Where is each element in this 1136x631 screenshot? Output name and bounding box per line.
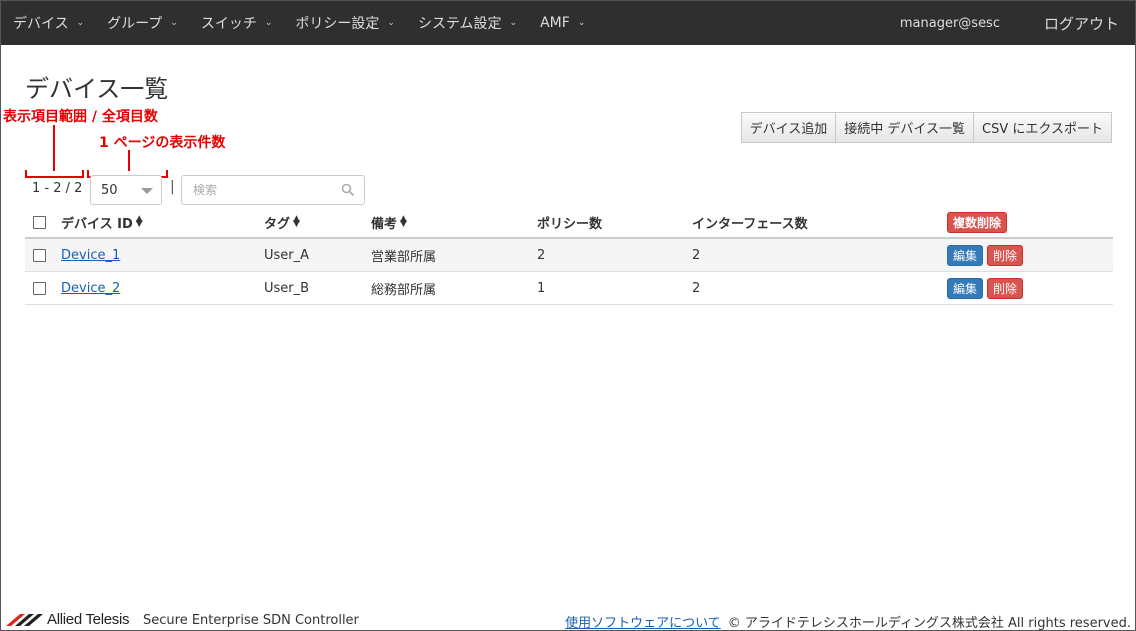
header-note-label: 備考	[371, 216, 398, 232]
device-id-link[interactable]: Device_1	[61, 248, 120, 263]
product-name: Secure Enterprise SDN Controller	[143, 613, 359, 628]
interface-count-cell: 2	[692, 247, 701, 263]
item-range-text: 1 - 2 / 2	[32, 181, 83, 196]
sort-icon: ▲ ▼	[293, 215, 300, 229]
pager-separator: |	[170, 179, 175, 195]
page-title: デバイス一覧	[25, 75, 169, 103]
toolbar-button-group: デバイス追加 接続中 デバイス一覧 CSV にエクスポート	[740, 112, 1112, 143]
menu-device[interactable]: デバイス ⌄	[1, 1, 95, 45]
dropdown-arrow-icon	[141, 188, 153, 194]
interface-count-cell: 2	[692, 280, 701, 296]
tag-cell: User_A	[264, 247, 310, 263]
menu-amf[interactable]: AMF ⌄	[528, 1, 596, 45]
row-checkbox[interactable]	[33, 248, 46, 262]
menu-group-label: グループ	[107, 16, 163, 32]
search-icon[interactable]	[341, 183, 355, 197]
sort-down-glyph: ▼	[400, 219, 407, 229]
annotation-bracket-per-page-stem	[128, 150, 130, 171]
chevron-down-icon: ⌄	[76, 18, 85, 28]
footer: Allied Telesis Secure Enterprise SDN Con…	[1, 609, 1135, 631]
sort-icon: ▲ ▼	[135, 215, 143, 229]
per-page-select[interactable]: 50	[90, 175, 162, 205]
delete-button[interactable]: 削除	[987, 277, 1024, 299]
connected-devices-button[interactable]: 接続中 デバイス一覧	[836, 112, 975, 143]
chevron-down-icon: ⌄	[577, 18, 586, 28]
annotation-range: 表示項目範囲 / 全項目数	[3, 109, 158, 125]
top-navbar: デバイス ⌄ グループ ⌄ スイッチ ⌄ ポリシー設定 ⌄ システム設定 ⌄ AMF ⌄ m…	[1, 1, 1135, 45]
header-device-id-label: デバイス ID	[61, 216, 133, 232]
edit-button[interactable]: 編集	[947, 277, 984, 299]
sort-down-glyph: ▼	[135, 219, 143, 229]
search-input[interactable]	[181, 175, 365, 205]
device-id-link[interactable]: Device_2	[61, 281, 120, 296]
main-menu: デバイス ⌄ グループ ⌄ スイッチ ⌄ ポリシー設定 ⌄ システム設定 ⌄ AMF ⌄	[1, 1, 596, 45]
note-cell: 営業部所属	[371, 249, 437, 265]
menu-system[interactable]: システム設定 ⌄	[406, 1, 528, 45]
per-page-value: 50	[101, 182, 118, 198]
select-all-cell	[33, 207, 46, 237]
row-checkbox[interactable]	[33, 281, 46, 295]
menu-policy-label: ポリシー設定	[295, 16, 380, 32]
table-row: Device_1 User_A 営業部所属 2 2 編集 削除	[25, 239, 1113, 272]
menu-switch[interactable]: スイッチ ⌄	[189, 1, 284, 45]
device-table: デバイス ID ▲ ▼ タグ ▲ ▼ 備考 ▲ ▼ ポリシー数 インターフェース数 複数削除…	[25, 207, 1113, 305]
logout-link[interactable]: ログアウト	[1044, 13, 1119, 34]
footer-right: 使用ソフトウェアについて © アライドテレシスホールディングス株式会社 All …	[565, 612, 1131, 631]
header-note[interactable]: 備考 ▲ ▼	[371, 207, 407, 237]
table-header-row: デバイス ID ▲ ▼ タグ ▲ ▼ 備考 ▲ ▼ ポリシー数 インターフェース数 複数削除	[25, 207, 1113, 239]
menu-policy[interactable]: ポリシー設定 ⌄	[283, 1, 406, 45]
select-all-checkbox[interactable]	[33, 215, 46, 229]
chevron-down-icon: ⌄	[264, 18, 273, 28]
header-device-id[interactable]: デバイス ID ▲ ▼	[61, 207, 143, 237]
software-info-link[interactable]: 使用ソフトウェアについて	[565, 612, 721, 631]
bulk-delete-button[interactable]: 複数削除	[947, 211, 1008, 233]
add-device-button[interactable]: デバイス追加	[740, 112, 837, 143]
annotation-bracket-range	[25, 170, 84, 178]
chevron-down-icon: ⌄	[509, 18, 518, 28]
sort-down-glyph: ▼	[293, 219, 300, 229]
menu-device-label: デバイス	[13, 16, 69, 32]
nav-right: manager@sesc ログアウト	[900, 1, 1135, 45]
header-policy-count: ポリシー数	[537, 216, 603, 232]
sort-icon: ▲ ▼	[400, 215, 407, 229]
annotation-per-page: 1 ページの表示件数	[99, 135, 226, 151]
menu-group[interactable]: グループ ⌄	[95, 1, 189, 45]
delete-button[interactable]: 削除	[987, 244, 1024, 266]
table-row: Device_2 User_B 総務部所属 1 2 編集 削除	[25, 272, 1113, 305]
annotation-bracket-range-stem	[53, 125, 55, 171]
menu-amf-label: AMF	[540, 15, 570, 31]
edit-button[interactable]: 編集	[947, 244, 984, 266]
copyright-text: © アライドテレシスホールディングス株式会社 All rights reserv…	[727, 616, 1131, 631]
header-tag[interactable]: タグ ▲ ▼	[264, 207, 300, 237]
chevron-down-icon: ⌄	[170, 18, 178, 28]
note-cell: 総務部所属	[371, 282, 437, 298]
header-tag-label: タグ	[264, 216, 291, 232]
policy-count-cell: 1	[537, 280, 546, 296]
current-user: manager@sesc	[899, 15, 1000, 31]
policy-count-cell: 2	[537, 247, 546, 263]
menu-switch-label: スイッチ	[200, 16, 257, 32]
chevron-down-icon: ⌄	[387, 18, 395, 28]
tag-cell: User_B	[264, 280, 310, 296]
header-interface-count: インターフェース数	[692, 216, 808, 232]
csv-export-button[interactable]: CSV にエクスポート	[974, 112, 1112, 143]
allied-telesis-logo: Allied Telesis	[6, 611, 130, 628]
logo-text: Allied Telesis	[47, 611, 130, 628]
menu-system-label: システム設定	[417, 16, 502, 32]
logo-mark-icon	[6, 613, 43, 626]
